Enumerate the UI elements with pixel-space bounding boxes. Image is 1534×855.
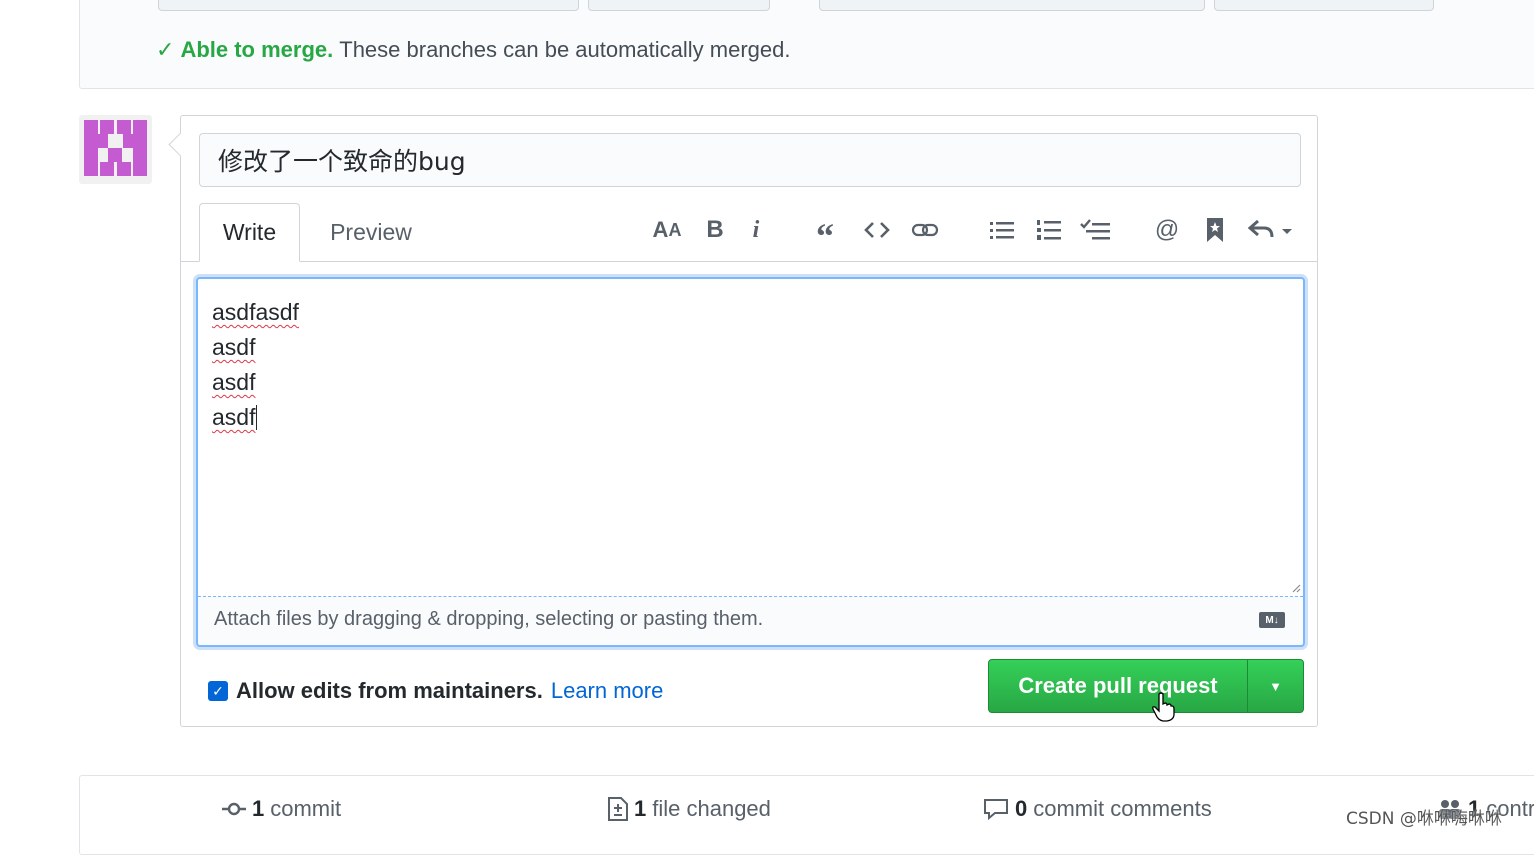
resize-handle-icon[interactable]: [1291, 583, 1301, 593]
base-branch-selector[interactable]: [158, 0, 579, 11]
text-cursor: [256, 405, 258, 430]
identicon-icon: [84, 120, 147, 176]
pr-body-textarea[interactable]: asdfasdf asdf asdf asdf Attach files by …: [196, 277, 1305, 647]
comments-label: commit comments: [1033, 796, 1212, 821]
compare-branch-selector[interactable]: [1214, 0, 1434, 11]
merge-status-ok: Able to merge.: [180, 37, 334, 62]
comments-stat[interactable]: 0 commit comments: [983, 796, 1212, 822]
commits-count: 1: [252, 796, 265, 821]
merge-status: ✓ Able to merge. These branches can be aut…: [156, 37, 791, 63]
allow-edits-label: Allow edits from maintainers.: [236, 678, 543, 703]
comments-count: 0: [1015, 796, 1028, 821]
base-ref-selector[interactable]: [588, 0, 770, 11]
reply-icon[interactable]: [1245, 212, 1295, 248]
attach-files-bar[interactable]: Attach files by dragging & dropping, sel…: [198, 596, 1303, 645]
watermark: CSDN @咻咻嗨咻咻: [1346, 809, 1502, 829]
pull-request-form: Write Preview AA B i “ @ asdfasdf asdf a…: [168, 115, 1318, 727]
text-size-icon[interactable]: AA: [648, 212, 686, 248]
body-line: asdfasdf: [212, 299, 299, 325]
attach-files-text: Attach files by dragging & dropping, sel…: [214, 608, 764, 630]
allow-edits-checkbox[interactable]: ✓: [208, 681, 228, 701]
tab-write[interactable]: Write: [199, 203, 300, 262]
pr-title-input[interactable]: [199, 133, 1301, 187]
task-list-icon[interactable]: [1076, 212, 1114, 248]
create-pull-request-button[interactable]: Create pull request: [989, 660, 1248, 712]
commit-icon: [222, 802, 246, 816]
body-line: asdf: [212, 369, 256, 395]
allow-edits-row: ✓ Allow edits from maintainers. Learn mo…: [208, 678, 663, 704]
files-count: 1: [634, 796, 647, 821]
body-line: asdf: [212, 404, 256, 430]
bold-icon[interactable]: B: [696, 212, 734, 248]
compare-stats-bar: 1 commit 1 file changed 0 commit comments 1…: [79, 775, 1534, 855]
avatar[interactable]: [79, 115, 152, 184]
merge-status-box: ✓ Able to merge. These branches can be aut…: [79, 0, 1534, 89]
caret-down-icon: ▼: [1269, 678, 1282, 694]
file-diff-icon: [608, 797, 628, 821]
markdown-icon[interactable]: M↓: [1259, 612, 1285, 628]
create-options-dropdown[interactable]: ▼: [1248, 660, 1303, 712]
quote-icon[interactable]: “: [806, 212, 844, 256]
comment-icon: [984, 799, 1008, 820]
learn-more-link[interactable]: Learn more: [551, 678, 664, 704]
body-line: asdf: [212, 334, 256, 360]
commits-label: commit: [270, 796, 342, 821]
pr-body-text[interactable]: asdfasdf asdf asdf asdf: [212, 295, 299, 435]
commits-stat[interactable]: 1 commit: [222, 796, 341, 822]
create-pull-request-button-group: Create pull request ▼: [988, 659, 1304, 713]
unordered-list-icon[interactable]: [983, 212, 1021, 248]
hand-pointer-icon: [1152, 692, 1175, 722]
merge-status-text: These branches can be automatically merg…: [339, 37, 791, 62]
link-icon[interactable]: [906, 212, 944, 248]
files-stat[interactable]: 1 file changed: [608, 796, 771, 822]
tab-preview[interactable]: Preview: [306, 203, 436, 262]
form-caret: [168, 132, 193, 157]
ordered-list-icon[interactable]: [1030, 212, 1068, 248]
files-label: file changed: [652, 796, 771, 821]
head-repo-selector[interactable]: [819, 0, 1205, 11]
bookmark-icon[interactable]: [1196, 212, 1234, 248]
check-icon: ✓: [156, 37, 175, 62]
code-icon[interactable]: [858, 212, 896, 248]
mention-icon[interactable]: @: [1148, 212, 1186, 248]
italic-icon[interactable]: i: [737, 212, 775, 248]
